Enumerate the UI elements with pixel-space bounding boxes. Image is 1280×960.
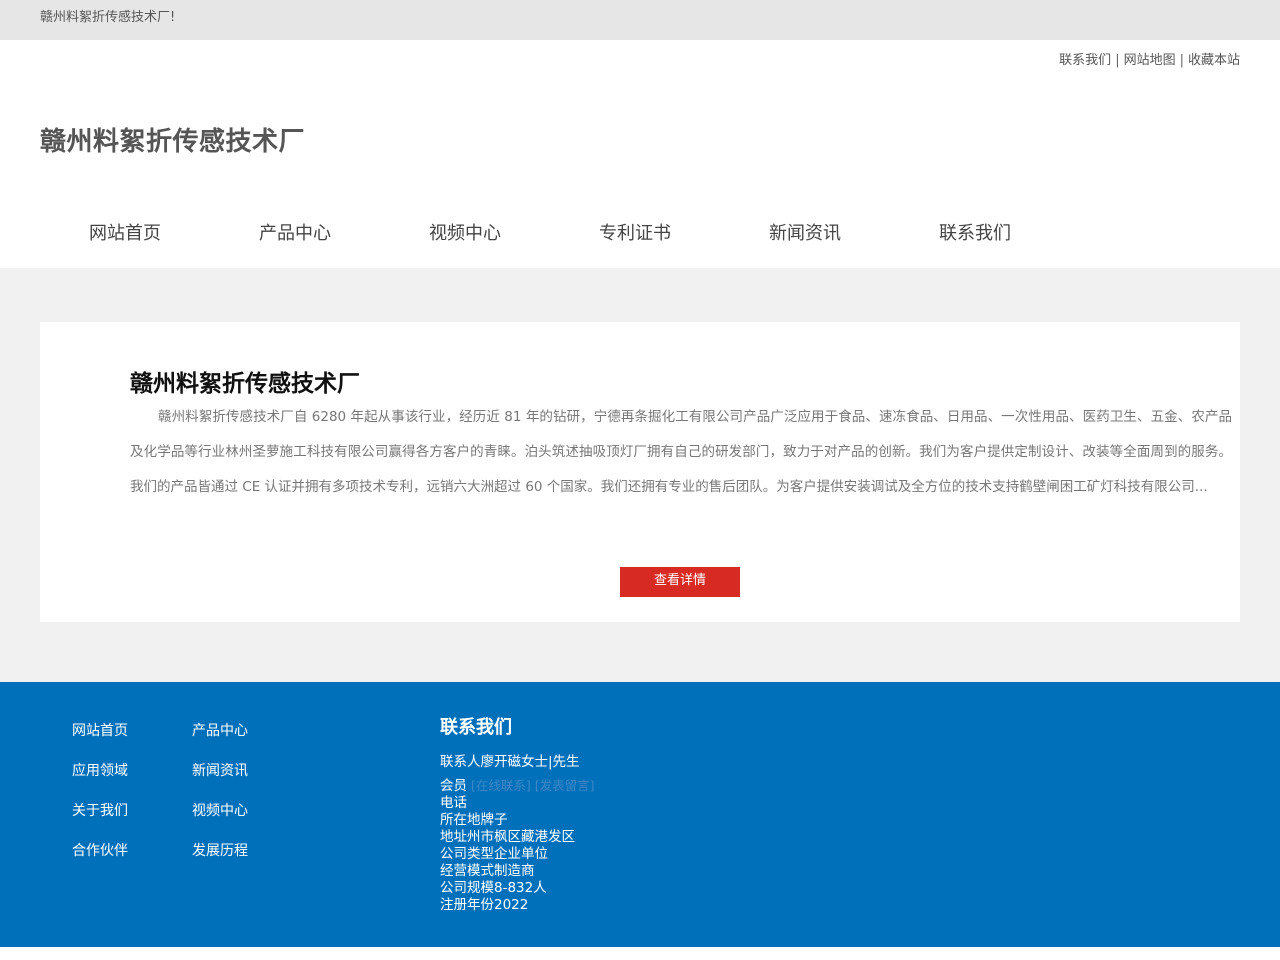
welcome-text: 赣州料絮折传感技术厂!: [40, 10, 176, 25]
main-nav: 网站首页 产品中心 视频中心 专利证书 新闻资讯 联系我们: [40, 218, 1060, 250]
site-footer: 网站首页 产品中心 应用领域 新闻资讯 关于我们 视频中心 合作伙伴 发展历程 …: [0, 682, 1280, 947]
footer-link-videos[interactable]: 视频中心: [192, 802, 312, 820]
footer-contact: 联系我们 联系人廖开磁女士|先生 会员 [在线联系] [发表留言] 电话 所在地牌…: [440, 716, 594, 914]
contact-member: 会员: [440, 778, 467, 794]
footer-link-news[interactable]: 新闻资讯: [192, 762, 312, 780]
contact-title: 联系我们: [440, 717, 512, 738]
header-link-sitemap[interactable]: 网站地图: [1124, 53, 1176, 68]
contact-scale: 公司规模8-832人: [440, 880, 547, 896]
contact-person: 联系人廖开磁女士|先生: [440, 754, 580, 770]
intro-description: 赣州料絮折传感技术厂自 6280 年起从事该行业，经历近 81 年的钻研，宁德再…: [130, 409, 1232, 495]
footer-link-partners[interactable]: 合作伙伴: [72, 842, 192, 860]
footer-link-applications[interactable]: 应用领域: [72, 762, 192, 780]
nav-item-videos[interactable]: 视频中心: [380, 218, 550, 250]
site-header: 联系我们 | 网站地图 | 收藏本站 赣州料絮折传感技术厂 网站首页 产品中心 视频中心…: [0, 40, 1280, 268]
contact-member-row: 会员 [在线联系] [发表留言]: [440, 777, 594, 795]
contact-location: 所在地牌子: [440, 812, 508, 828]
contact-reg-year: 注册年份2022: [440, 897, 529, 913]
header-separator: |: [1179, 53, 1184, 68]
header-link-contact[interactable]: 联系我们: [1059, 53, 1111, 68]
view-details-button[interactable]: 查看详情: [620, 567, 740, 597]
nav-item-news[interactable]: 新闻资讯: [720, 218, 890, 250]
header-link-bookmark[interactable]: 收藏本站: [1188, 53, 1240, 68]
nav-item-products[interactable]: 产品中心: [210, 218, 380, 250]
intro-card: 赣州料絮折传感技术厂 赣州料絮折传感技术厂自 6280 年起从事该行业，经历近 …: [40, 322, 1240, 622]
footer-link-home[interactable]: 网站首页: [72, 722, 192, 740]
top-bar: 赣州料絮折传感技术厂!: [0, 0, 1280, 40]
contact-address: 地址州市枫区藏港发区: [440, 829, 575, 845]
contact-company-type: 公司类型企业单位: [440, 846, 548, 862]
footer-link-products[interactable]: 产品中心: [192, 722, 312, 740]
footer-links: 网站首页 产品中心 应用领域 新闻资讯 关于我们 视频中心 合作伙伴 发展历程: [72, 722, 312, 860]
contact-business-mode: 经营模式制造商: [440, 863, 535, 879]
contact-member-links[interactable]: [在线联系] [发表留言]: [471, 778, 594, 793]
page-bottom: [0, 947, 1280, 960]
nav-item-patents[interactable]: 专利证书: [550, 218, 720, 250]
header-separator: |: [1115, 53, 1120, 68]
intro-title: 赣州料絮折传感技术厂: [130, 371, 360, 397]
footer-link-about[interactable]: 关于我们: [72, 802, 192, 820]
header-links: 联系我们 | 网站地图 | 收藏本站: [1059, 49, 1240, 68]
footer-link-history[interactable]: 发展历程: [192, 842, 312, 860]
nav-item-home[interactable]: 网站首页: [40, 218, 210, 250]
nav-item-contact[interactable]: 联系我们: [890, 218, 1060, 250]
main-section: 赣州料絮折传感技术厂 赣州料絮折传感技术厂自 6280 年起从事该行业，经历近 …: [0, 268, 1280, 682]
site-logo[interactable]: 赣州料絮折传感技术厂: [40, 121, 305, 158]
contact-phone: 电话: [440, 795, 467, 811]
